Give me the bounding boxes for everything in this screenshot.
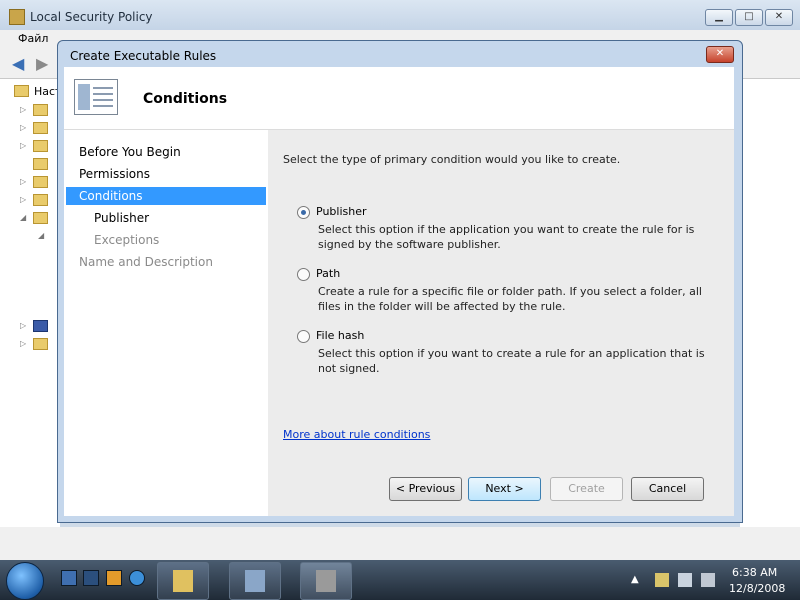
conditions-content: Select the type of primary condition wou… (268, 130, 734, 516)
publisher-option-label[interactable]: Publisher (316, 205, 367, 218)
dialog-close-button[interactable]: ✕ (706, 46, 734, 63)
volume-muted-icon[interactable] (701, 573, 715, 587)
create-executable-rules-dialog: Create Executable Rules ✕ Conditions Bef… (57, 40, 743, 523)
taskbar-security-policy-button[interactable] (300, 562, 352, 600)
path-radio[interactable] (297, 268, 310, 281)
next-button[interactable]: Next > (468, 477, 541, 501)
more-about-rule-conditions-link[interactable]: More about rule conditions (283, 428, 430, 441)
step-conditions[interactable]: Conditions (66, 187, 266, 205)
folder-icon (33, 212, 48, 224)
action-center-icon[interactable] (655, 573, 669, 587)
security-policy-icon (9, 9, 25, 25)
expand-icon[interactable]: ▷ (20, 195, 26, 204)
forward-arrow-icon[interactable]: ▶ (36, 54, 48, 73)
step-label: Publisher (94, 211, 150, 225)
publisher-radio[interactable] (297, 206, 310, 219)
path-option-description: Create a rule for a specific file or fol… (318, 285, 702, 313)
step-label: Name and Description (79, 255, 213, 269)
taskbar: ▲ 6:38 AM 12/8/2008 (0, 560, 800, 600)
step-label: Exceptions (94, 233, 160, 247)
publisher-option-description: Select this option if the application yo… (318, 223, 695, 251)
folder-icon (33, 338, 48, 350)
tree-root-icon (14, 85, 29, 97)
folder-icon (33, 140, 48, 152)
start-button[interactable] (6, 562, 44, 600)
previous-button[interactable]: < Previous (389, 477, 462, 501)
file-hash-option-description: Select this option if you want to create… (318, 347, 705, 375)
path-option-label[interactable]: Path (316, 267, 340, 280)
step-label: Permissions (79, 167, 150, 181)
condition-prompt: Select the type of primary condition wou… (283, 153, 621, 166)
step-before-you-begin[interactable]: Before You Begin (66, 143, 266, 161)
step-permissions[interactable]: Permissions (66, 165, 266, 183)
collapse-icon[interactable]: ◢ (38, 231, 44, 240)
folder-icon (33, 176, 48, 188)
folder-icon (33, 158, 48, 170)
step-name-and-description: Name and Description (66, 253, 266, 271)
expand-icon[interactable]: ▷ (20, 339, 26, 348)
menu-file[interactable]: Файл (18, 32, 48, 45)
clock-date[interactable]: 12/8/2008 (729, 582, 785, 595)
step-exceptions: Exceptions (66, 231, 266, 249)
back-arrow-icon[interactable]: ◀ (12, 54, 24, 73)
page-title: Conditions (143, 91, 228, 107)
wizard-steps: Before You Begin Permissions Conditions … (64, 130, 268, 516)
collapse-icon[interactable]: ◢ (20, 213, 26, 222)
dialog-header: Conditions (64, 67, 734, 130)
bg-tree-pane: Наст ▷ ▷ ▷ ▷ ▷ ◢ ◢ ▷ ▷ (0, 79, 61, 527)
file-hash-option-label[interactable]: File hash (316, 329, 364, 342)
create-button: Create (550, 477, 623, 501)
folder-icon (33, 194, 48, 206)
bg-window-title: Local Security Policy (30, 10, 153, 24)
expand-icon[interactable]: ▷ (20, 321, 26, 330)
folder-icon (33, 104, 48, 116)
bg-right-pane (740, 79, 800, 527)
maximize-button[interactable]: □ (735, 9, 763, 26)
clock-time[interactable]: 6:38 AM (732, 566, 777, 579)
step-label: Conditions (79, 189, 143, 203)
wizard-page-icon (74, 79, 118, 115)
taskbar-mmc-button[interactable] (229, 562, 281, 600)
file-hash-radio[interactable] (297, 330, 310, 343)
network-icon[interactable] (678, 573, 692, 587)
expand-icon[interactable]: ▷ (20, 105, 26, 114)
cancel-button[interactable]: Cancel (631, 477, 704, 501)
bg-titlebar: Local Security Policy ▁ □ ✕ (0, 0, 800, 32)
ip-security-icon (33, 320, 48, 332)
expand-icon[interactable]: ▷ (20, 177, 26, 186)
bg-status-bar (0, 527, 800, 560)
bg-close-button[interactable]: ✕ (765, 9, 793, 26)
step-label: Before You Begin (79, 145, 181, 159)
expand-icon[interactable]: ▷ (20, 123, 26, 132)
media-player-icon[interactable] (106, 570, 122, 586)
dialog-body: Conditions Before You Begin Permissions … (64, 67, 734, 516)
expand-icon[interactable]: ▷ (20, 141, 26, 150)
taskbar-explorer-button[interactable] (157, 562, 209, 600)
dialog-title: Create Executable Rules (70, 49, 217, 63)
internet-explorer-icon[interactable] (129, 570, 145, 586)
show-hidden-icons-arrow[interactable]: ▲ (631, 574, 639, 585)
switch-windows-icon[interactable] (83, 570, 99, 586)
security-policy-icon (316, 570, 336, 592)
folder-icon (33, 122, 48, 134)
management-console-icon (245, 570, 265, 592)
step-publisher[interactable]: Publisher (66, 209, 266, 227)
show-desktop-icon[interactable] (61, 570, 77, 586)
folder-icon (173, 570, 193, 592)
minimize-button[interactable]: ▁ (705, 9, 733, 26)
